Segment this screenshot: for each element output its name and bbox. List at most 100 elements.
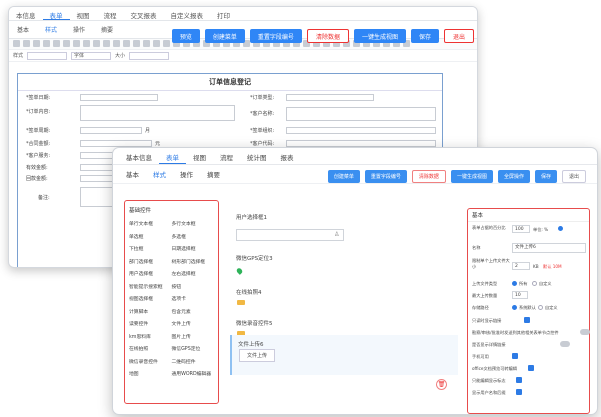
back-tab-operation[interactable]: 操作	[65, 25, 93, 34]
control-palette-item[interactable]: 文件上传	[172, 320, 215, 327]
control-palette-item[interactable]: 读要控件	[129, 320, 172, 327]
toolbar-icon[interactable]	[133, 40, 140, 47]
clear-data-button[interactable]: 清除数据	[411, 170, 446, 183]
back-menu-basic-info[interactable]: 本信息	[9, 7, 43, 20]
back-create-menu-button[interactable]: 创建菜单	[204, 29, 245, 43]
fullscreen-button[interactable]: 全屏操作	[497, 170, 530, 183]
size-select[interactable]	[129, 51, 170, 60]
toolbar-icon[interactable]	[113, 40, 120, 47]
back-menu-view[interactable]: 视图	[70, 7, 97, 20]
front-tab-style[interactable]: 样式	[146, 169, 173, 179]
control-palette-item[interactable]: 地图	[129, 370, 172, 377]
control-palette-item[interactable]: 多选框	[172, 233, 215, 240]
back-tab-basic[interactable]: 基本	[9, 25, 37, 34]
create-menu-button[interactable]: 创建菜单	[327, 170, 360, 183]
front-tab-summary[interactable]: 摘要	[200, 169, 227, 179]
folder-icon[interactable]	[237, 300, 245, 305]
sign-cycle-input[interactable]	[80, 127, 142, 134]
control-palette-item[interactable]: 多行文本框	[172, 220, 215, 227]
type-all-radio[interactable]	[512, 281, 517, 286]
back-menu-form[interactable]: 表单	[42, 7, 70, 20]
control-palette-item[interactable]: 单行文本框	[129, 220, 172, 227]
file-upload-button[interactable]: 文件上传	[239, 349, 275, 362]
control-palette-item[interactable]: 微信录音控件	[129, 358, 172, 365]
control-palette-item[interactable]: 单选框	[129, 233, 172, 240]
flag-detail-link-toggle[interactable]	[560, 341, 570, 347]
customer-name-input[interactable]	[286, 107, 436, 121]
width-percent-input[interactable]: 100	[512, 225, 530, 233]
control-palette-item[interactable]: 选项卡	[172, 295, 215, 302]
control-palette-item[interactable]: 智能提示搜索框	[129, 283, 172, 290]
control-palette-item[interactable]: 左右选择框	[172, 270, 215, 277]
contract-amount-input[interactable]	[80, 140, 152, 147]
control-palette-item[interactable]: 图片上传	[172, 333, 215, 340]
control-palette-item[interactable]: 按钮	[172, 283, 215, 290]
control-palette-item[interactable]: 通用WORD编辑器	[172, 370, 215, 377]
storage-default-radio[interactable]	[512, 305, 517, 310]
front-menu-form[interactable]: 表单	[159, 148, 186, 164]
flag-readonly-link-checkbox[interactable]	[524, 317, 530, 323]
back-preview-button[interactable]: 预览	[171, 29, 200, 43]
back-generate-view-button[interactable]: 一键生成视图	[353, 29, 406, 43]
front-tab-operation[interactable]: 操作	[173, 169, 200, 179]
front-menu-view[interactable]: 视图	[186, 148, 213, 164]
control-palette-item[interactable]: 计算脚本	[129, 308, 172, 315]
back-menu-cross-report[interactable]: 交叉报表	[124, 7, 164, 20]
max-upload-input[interactable]: 10	[512, 291, 528, 299]
type-custom-radio[interactable]	[532, 281, 537, 286]
back-reset-field-number-button[interactable]: 重置字段编号	[249, 29, 302, 43]
toolbar-icon[interactable]	[73, 40, 80, 47]
control-palette-item[interactable]: 下拉框	[129, 245, 172, 252]
toolbar-icon[interactable]	[123, 40, 130, 47]
toolbar-icon[interactable]	[83, 40, 90, 47]
size-limit-input[interactable]: 2	[512, 262, 530, 270]
control-palette-item[interactable]: 日期选择框	[172, 245, 215, 252]
order-type-select[interactable]	[286, 94, 374, 101]
control-palette-item[interactable]: 部门选择框	[129, 258, 172, 265]
back-menu-custom-report[interactable]: 自定义报表	[164, 7, 211, 20]
sign-org-input[interactable]	[286, 127, 436, 134]
back-save-button[interactable]: 保存	[410, 29, 439, 43]
front-tab-basic[interactable]: 基本	[119, 169, 146, 179]
customer-code-input[interactable]	[286, 140, 436, 147]
back-exit-button[interactable]: 退出	[443, 29, 474, 43]
control-palette-item[interactable]: km思料库	[129, 333, 172, 340]
front-menu-chart[interactable]: 统计图	[240, 148, 274, 164]
exit-button[interactable]: 退出	[561, 170, 586, 183]
front-menu-basic-info[interactable]: 基本信息	[119, 148, 159, 164]
toolbar-icon[interactable]	[43, 40, 50, 47]
control-palette-item[interactable]: 二维码控件	[172, 358, 215, 365]
user-select-input[interactable]	[236, 229, 344, 241]
file-upload-field[interactable]: 文件上传6 文件上传	[230, 335, 458, 375]
reset-field-number-button[interactable]: 重置字段编号	[364, 170, 407, 183]
toolbar-icon[interactable]	[103, 40, 110, 47]
generate-view-button[interactable]: 一键生成视图	[450, 170, 493, 183]
control-palette-item[interactable]: 视图选择框	[129, 295, 172, 302]
order-content-input[interactable]	[80, 105, 235, 121]
flag-mobile-checkbox[interactable]	[512, 353, 518, 359]
location-pin-icon[interactable]	[235, 267, 244, 275]
flag-edit-mark-checkbox[interactable]	[516, 377, 522, 383]
name-input[interactable]: 文件上传6	[512, 243, 586, 253]
toolbar-icon[interactable]	[13, 40, 20, 47]
control-palette-item[interactable]: 树形部门选择框	[172, 258, 215, 265]
toolbar-icon[interactable]	[153, 40, 160, 47]
back-tab-style[interactable]: 样式	[37, 25, 65, 34]
toolbar-icon[interactable]	[33, 40, 40, 47]
flag-office-preview-checkbox[interactable]	[528, 365, 534, 371]
flag-username-checkbox[interactable]	[516, 389, 522, 395]
sign-date-input[interactable]	[80, 94, 158, 101]
front-menu-report[interactable]: 报表	[274, 148, 301, 164]
flag-send-node-toggle[interactable]	[580, 329, 590, 335]
back-clear-data-button[interactable]: 清除数据	[306, 29, 349, 43]
save-button[interactable]: 保存	[534, 170, 557, 183]
toolbar-icon[interactable]	[93, 40, 100, 47]
control-palette-item[interactable]: 用户选择框	[129, 270, 172, 277]
user-icon[interactable]: ♙	[334, 231, 339, 238]
style-select[interactable]	[27, 51, 68, 60]
trash-icon[interactable]: 🗑	[436, 379, 447, 390]
control-palette-item[interactable]: 在线拍照	[129, 345, 172, 352]
font-select[interactable]: 字体	[71, 51, 112, 60]
storage-custom-radio[interactable]	[538, 305, 543, 310]
toolbar-icon[interactable]	[163, 40, 170, 47]
